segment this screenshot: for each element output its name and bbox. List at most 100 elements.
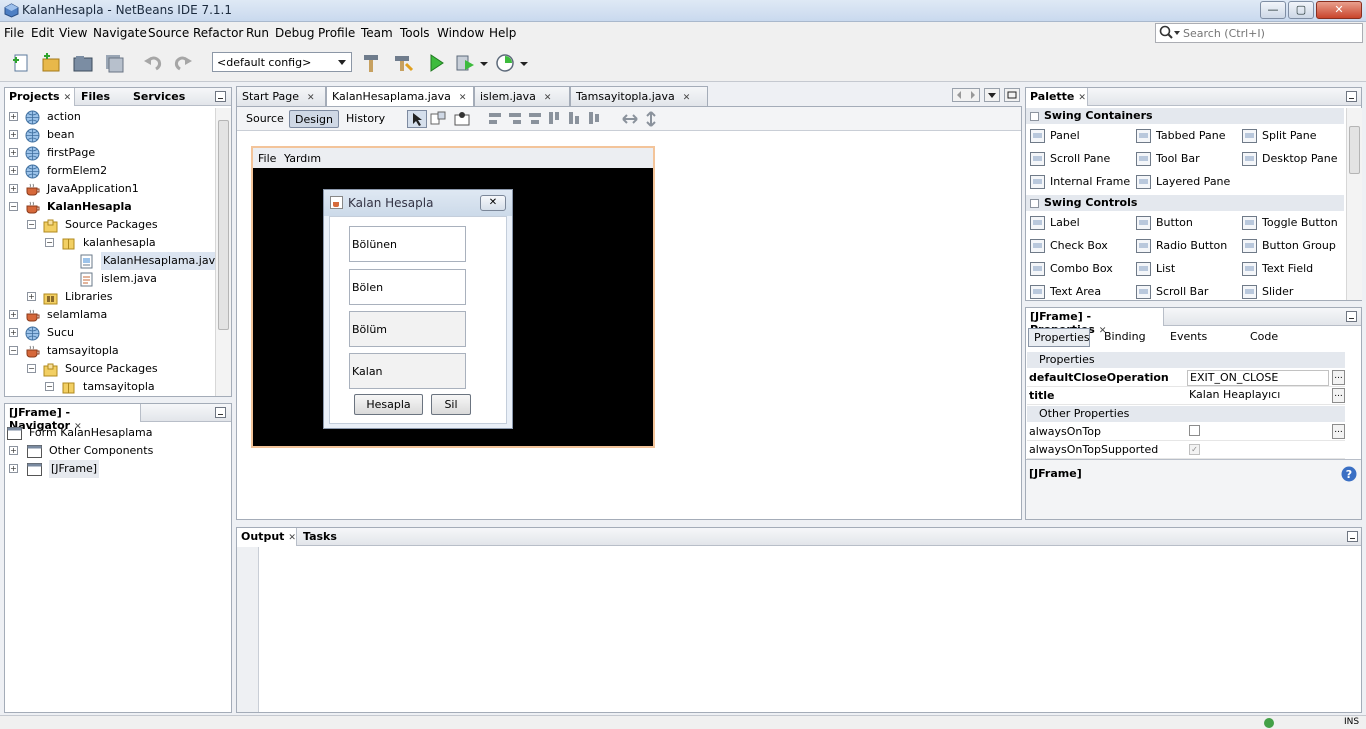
run-icon[interactable] — [425, 52, 447, 74]
tree-item-formelem2[interactable]: + formElem2 — [5, 162, 215, 180]
chevron-down-icon[interactable] — [518, 52, 530, 74]
frame-menu-file[interactable]: File — [258, 152, 276, 165]
palette-section-0[interactable]: Swing Containers — [1026, 108, 1344, 124]
connection-mode-icon[interactable] — [429, 110, 447, 128]
expand-toggle-icon[interactable]: + — [9, 130, 18, 139]
minimize-panel-button[interactable] — [215, 91, 226, 102]
tab-events[interactable]: Events — [1165, 328, 1212, 347]
tab-navigator[interactable]: [JFrame] - Navigator ✕ — [5, 404, 141, 432]
property-editor-button[interactable]: ... — [1332, 370, 1345, 385]
navigator-item-2[interactable]: + [JFrame] — [5, 460, 231, 478]
new-file-icon[interactable] — [10, 52, 32, 74]
other-properties-section[interactable]: Other Properties — [1027, 406, 1345, 422]
palette-item-scroll-bar[interactable]: Scroll Bar — [1134, 282, 1208, 300]
palette-item-internal-frame[interactable]: Internal Frame — [1028, 172, 1130, 192]
menu-edit[interactable]: Edit — [31, 26, 54, 40]
tree-item-selamlama[interactable]: + selamlama — [5, 306, 215, 324]
palette-scrollbar[interactable] — [1346, 108, 1362, 300]
tree-item-firstpage[interactable]: + firstPage — [5, 144, 215, 162]
save-all-icon[interactable] — [103, 52, 125, 74]
tab-scroll-arrows-icon[interactable] — [952, 88, 980, 102]
selection-mode-icon[interactable] — [407, 110, 427, 128]
minimize-panel-button[interactable] — [1347, 531, 1358, 542]
source-mode-button[interactable]: Source — [241, 110, 289, 128]
design-mode-button[interactable]: Design — [289, 110, 339, 128]
expand-toggle-icon[interactable]: + — [9, 148, 18, 157]
expand-toggle-icon[interactable]: + — [9, 446, 18, 455]
tab-start-page[interactable]: Start Page ✕ — [236, 86, 326, 106]
palette-item-text-field[interactable]: Text Field — [1240, 259, 1313, 279]
prop-title[interactable]: title Kalan Heaplayıcı ... — [1027, 387, 1345, 405]
tab-tamsayitopla[interactable]: Tamsayitopla.java ✕ — [570, 86, 708, 106]
palette-item-tabbed-pane[interactable]: Tabbed Pane — [1134, 126, 1225, 146]
palette-item-check-box[interactable]: Check Box — [1028, 236, 1108, 256]
palette-item-panel[interactable]: Panel — [1028, 126, 1080, 146]
tab-projects[interactable]: Projects ✕ — [5, 88, 75, 106]
menu-help[interactable]: Help — [489, 26, 516, 40]
prop-default-close-operation[interactable]: defaultCloseOperation EXIT_ON_CLOSE ... — [1027, 369, 1345, 387]
expand-toggle-icon[interactable]: + — [9, 328, 18, 337]
tab-code[interactable]: Code — [1245, 328, 1283, 347]
prop-always-on-top-supported[interactable]: alwaysOnTopSupported ✓ — [1027, 441, 1345, 459]
menu-run[interactable]: Run — [246, 26, 269, 40]
tree-item-kalanhesapla[interactable]: − kalanhesapla — [5, 234, 215, 252]
new-project-icon[interactable] — [40, 52, 62, 74]
scrollbar-thumb[interactable] — [1349, 126, 1360, 174]
tab-files[interactable]: Files — [77, 88, 127, 106]
palette-item-slider[interactable]: Slider — [1240, 282, 1293, 300]
preview-design-icon[interactable] — [453, 110, 471, 128]
palette-item-layered-pane[interactable]: Layered Pane — [1134, 172, 1230, 192]
bolunen-field[interactable]: Bölünen — [349, 226, 466, 262]
expand-toggle-icon[interactable]: + — [27, 292, 36, 301]
title-value[interactable]: Kalan Heaplayıcı — [1187, 388, 1329, 404]
palette-item-button[interactable]: Button — [1134, 213, 1193, 233]
tab-properties-panel[interactable]: [JFrame] - Properties✕ — [1026, 308, 1164, 336]
help-icon[interactable]: ? — [1341, 466, 1357, 482]
tree-item-javaapplication1[interactable]: + JavaApplication1 — [5, 180, 215, 198]
maximize-button[interactable]: ▢ — [1288, 1, 1314, 19]
dialog-close-button[interactable]: ✕ — [480, 195, 506, 211]
property-editor-button[interactable]: ... — [1332, 388, 1345, 403]
tab-list-dropdown-icon[interactable] — [984, 88, 1000, 102]
expand-toggle-icon[interactable]: − — [9, 202, 18, 211]
menu-refactor[interactable]: Refactor — [193, 26, 243, 40]
resize-tools-icon[interactable] — [621, 110, 661, 128]
palette-item-toggle-button[interactable]: Toggle Button — [1240, 213, 1338, 233]
kalan-field[interactable]: Kalan — [349, 353, 466, 389]
tab-tasks[interactable]: Tasks — [299, 528, 355, 546]
bolum-field[interactable]: Bölüm — [349, 311, 466, 347]
clean-build-icon[interactable] — [392, 52, 414, 74]
menu-view[interactable]: View — [59, 26, 87, 40]
undo-icon[interactable] — [142, 52, 164, 74]
expand-toggle-icon[interactable]: + — [9, 310, 18, 319]
projects-scrollbar[interactable] — [215, 108, 231, 396]
palette-item-button-group[interactable]: Button Group — [1240, 236, 1336, 256]
tree-item-kalanhesapla[interactable]: − KalanHesapla — [5, 198, 215, 216]
open-project-icon[interactable] — [72, 52, 94, 74]
build-hammer-icon[interactable] — [360, 52, 382, 74]
expand-toggle-icon[interactable]: + — [9, 166, 18, 175]
restore-window-icon[interactable] — [1004, 88, 1020, 102]
expand-toggle-icon[interactable]: − — [45, 238, 54, 247]
minimize-panel-button[interactable] — [215, 407, 226, 418]
notification-icon[interactable] — [1262, 717, 1276, 729]
palette-item-text-area[interactable]: Text Area — [1028, 282, 1101, 300]
menu-file[interactable]: File — [4, 26, 24, 40]
palette-item-split-pane[interactable]: Split Pane — [1240, 126, 1317, 146]
tree-item-tamsayitopla[interactable]: − tamsayitopla — [5, 378, 215, 396]
tab-services[interactable]: Services — [129, 88, 199, 106]
tree-item-sucu[interactable]: + Sucu — [5, 324, 215, 342]
palette-item-scroll-pane[interactable]: Scroll Pane — [1028, 149, 1110, 169]
tree-item-islem-java[interactable]: islem.java — [5, 270, 215, 288]
menu-navigate[interactable]: Navigate — [93, 26, 147, 40]
alignment-tools-icon[interactable] — [487, 110, 617, 128]
palette-item-desktop-pane[interactable]: Desktop Pane — [1240, 149, 1337, 169]
expand-toggle-icon[interactable]: − — [27, 364, 36, 373]
minimize-panel-button[interactable] — [1346, 91, 1357, 102]
palette-item-label[interactable]: Label — [1028, 213, 1080, 233]
always-on-top-supported-checkbox[interactable]: ✓ — [1187, 442, 1329, 458]
palette-item-combo-box[interactable]: Combo Box — [1028, 259, 1113, 279]
prop-always-on-top[interactable]: alwaysOnTop ... — [1027, 423, 1345, 441]
debug-icon[interactable] — [454, 52, 476, 74]
menu-profile[interactable]: Profile — [318, 26, 355, 40]
